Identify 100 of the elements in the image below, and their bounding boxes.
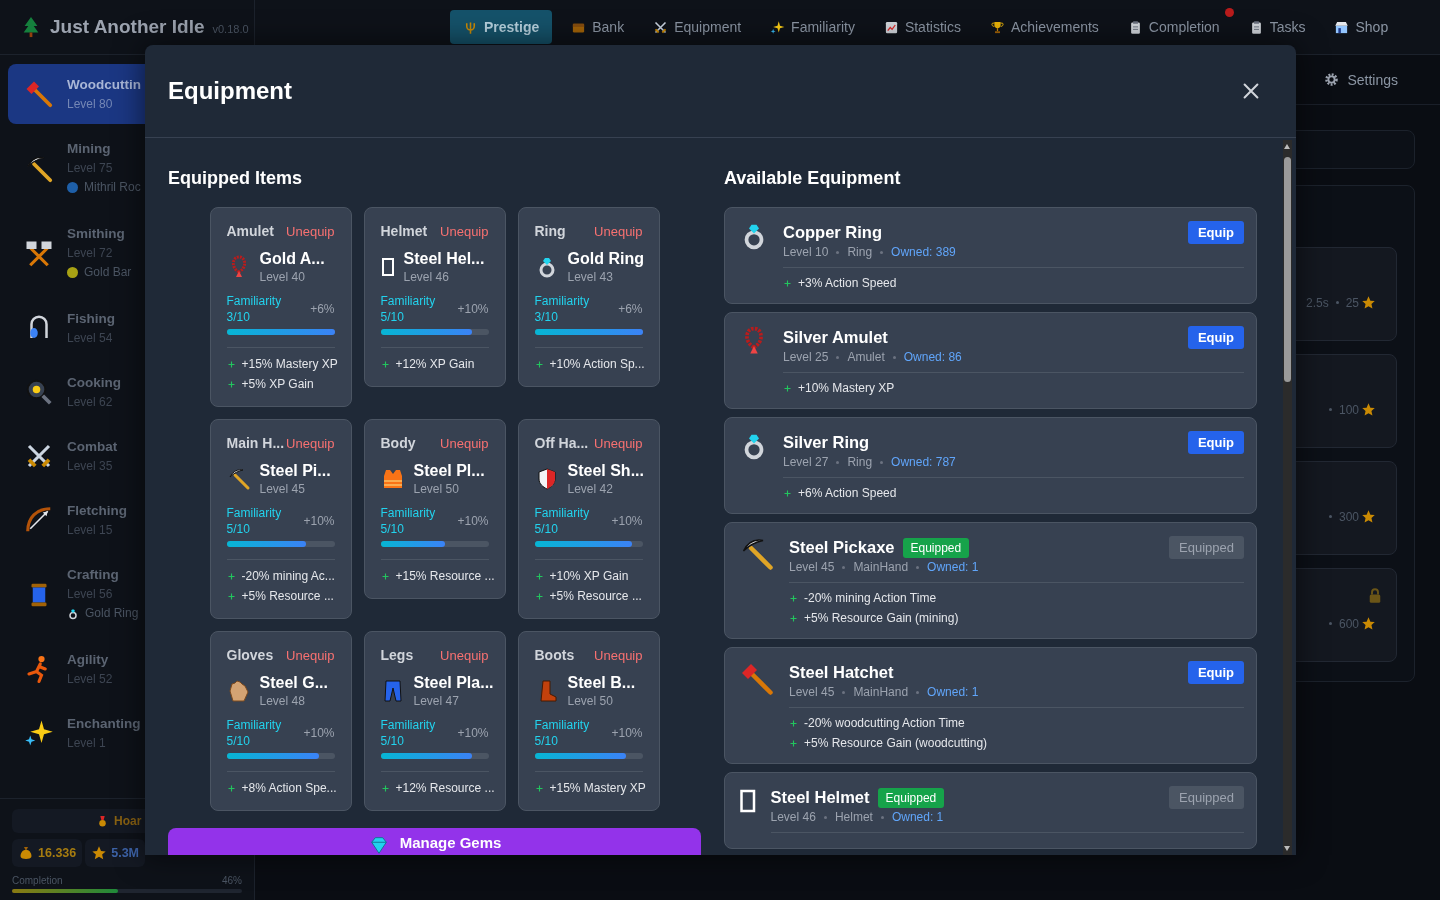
unequip-link[interactable]: Unequip [594, 648, 643, 663]
item-name: Steel G... [259, 674, 328, 692]
slot-label: Off Ha... [534, 435, 589, 451]
trophy-icon [989, 19, 1005, 35]
slot-label: Legs [380, 647, 414, 663]
unequip-link[interactable]: Unequip [286, 648, 335, 663]
plus-icon [534, 571, 544, 581]
skill-level: Level 56 [67, 586, 114, 603]
app-title: Just Another Idle [50, 16, 205, 38]
plus-icon [783, 383, 792, 393]
effect-text: +5% Resource Gain (woodcutting) [804, 735, 988, 752]
sparkle-icon [770, 19, 786, 35]
item-level: Level 25 [783, 350, 829, 364]
plus-icon [380, 359, 390, 369]
plus-icon [783, 488, 792, 498]
nav-tab[interactable]: Prestige [450, 10, 553, 44]
unequip-link[interactable]: Unequip [440, 648, 489, 663]
equip-button[interactable]: Equip [1187, 221, 1244, 244]
star-cost: 300 [1338, 509, 1359, 524]
manage-gems-button[interactable]: Manage Gems [168, 828, 701, 855]
item-level: Level 10 [783, 245, 829, 259]
ring-icon [67, 607, 79, 620]
item-name: Gold Ring [567, 250, 644, 268]
hoard-label: Hoar [114, 814, 142, 828]
effect-text: +10% Mastery XP [798, 380, 895, 397]
item-slot: Ring [847, 455, 873, 469]
slot-label: Main H... [226, 435, 285, 451]
section-title: Available Equipment [724, 167, 902, 190]
owned-count: Owned: 1 [927, 560, 979, 574]
effect-text: +8% Action Spe... [241, 780, 337, 797]
star-icon [1361, 295, 1376, 310]
effect-text: +12% Resource ... [395, 780, 495, 797]
settings-link[interactable]: Settings [1318, 70, 1404, 89]
item-level: Level 45 [259, 482, 306, 496]
nav-tab[interactable]: Tasks [1238, 10, 1316, 44]
unequip-link[interactable]: Unequip [440, 224, 489, 239]
equip-button[interactable]: Equip [1187, 431, 1244, 454]
unequip-link[interactable]: Unequip [286, 436, 335, 451]
plus-icon [226, 783, 236, 793]
slot-label: Amulet [226, 223, 274, 239]
skill-name: Fishing [67, 310, 115, 328]
skill-level: Level 75 [67, 160, 114, 177]
equip-button[interactable]: Equip [1187, 326, 1244, 349]
skill-level: Level 15 [67, 522, 114, 539]
item-name: Gold A... [259, 250, 325, 268]
effect-text: +5% XP Gain [241, 376, 314, 393]
action-time: 2.5s [1305, 296, 1329, 310]
sparkle-icon [24, 718, 54, 748]
effect-text: -20% mining Ac... [241, 568, 335, 585]
nav-tab[interactable]: Familiarity [760, 10, 865, 44]
unequip-link[interactable]: Unequip [594, 436, 643, 451]
plus-icon [226, 379, 236, 389]
effect-text: +15% Mastery XP [241, 356, 338, 373]
unequip-link[interactable]: Unequip [286, 224, 335, 239]
item-name: Copper Ring [783, 223, 882, 242]
effect-text: +5% Resource ... [549, 588, 642, 605]
nav-tab[interactable]: Equipment [643, 10, 752, 44]
item-slot: Helmet [834, 810, 873, 824]
plus-icon [789, 593, 798, 603]
equip-button[interactable]: Equipped [1169, 786, 1244, 809]
nav-tab[interactable]: Completion [1117, 10, 1230, 44]
resource-name: Gold Ring [85, 605, 139, 622]
skill-level: Level 52 [67, 671, 113, 688]
effect-text: +3% Action Speed [798, 275, 897, 292]
star-cost: 600 [1338, 616, 1359, 631]
plus-icon [226, 359, 236, 369]
stars-chip: 5.3M [85, 839, 146, 867]
slot-label: Boots [534, 647, 575, 663]
skill-level: Level 62 [67, 394, 114, 411]
equip-button[interactable]: Equip [1187, 661, 1244, 684]
effect-text: -20% woodcutting Action Time [804, 715, 965, 732]
item-level: Level 45 [789, 560, 835, 574]
owned-count: Owned: 787 [891, 455, 956, 469]
item-level: Level 45 [789, 685, 835, 699]
item-name: Steel Hatchet [789, 663, 894, 682]
effect-text: +15% Mastery XP [549, 780, 646, 797]
familiarity-bonus: +10% [611, 725, 643, 741]
star-icon [1361, 402, 1376, 417]
unequip-link[interactable]: Unequip [440, 436, 489, 451]
equip-button[interactable]: Equipped [1169, 536, 1244, 559]
effect-text: +10% Action Sp... [549, 356, 645, 373]
familiarity-bonus: +10% [457, 301, 489, 317]
familiarity-bonus: +10% [303, 725, 335, 741]
item-level: Level 46 [770, 810, 816, 824]
plus-icon [226, 591, 236, 601]
item-name: Steel Helmet [770, 788, 870, 807]
effect-text: +5% Resource Gain (mining) [804, 610, 959, 627]
money-chip: 16.336 [12, 839, 83, 867]
familiarity-bonus: +10% [611, 513, 643, 529]
nav-tab[interactable]: Shop [1324, 10, 1399, 44]
familiarity-bonus: +10% [303, 513, 335, 529]
nav-tab[interactable]: Achievements [979, 10, 1109, 44]
skill-name: Smithing [67, 225, 126, 243]
nav-tab[interactable]: Bank [561, 10, 635, 44]
effect-text: +15% Resource ... [395, 568, 495, 585]
familiarity-label: Familiarity 5/10 [380, 505, 437, 537]
skill-level: Level 72 [67, 245, 114, 262]
unequip-link[interactable]: Unequip [594, 224, 643, 239]
scrollbar[interactable] [1283, 140, 1292, 855]
nav-tab[interactable]: Statistics [873, 10, 971, 44]
